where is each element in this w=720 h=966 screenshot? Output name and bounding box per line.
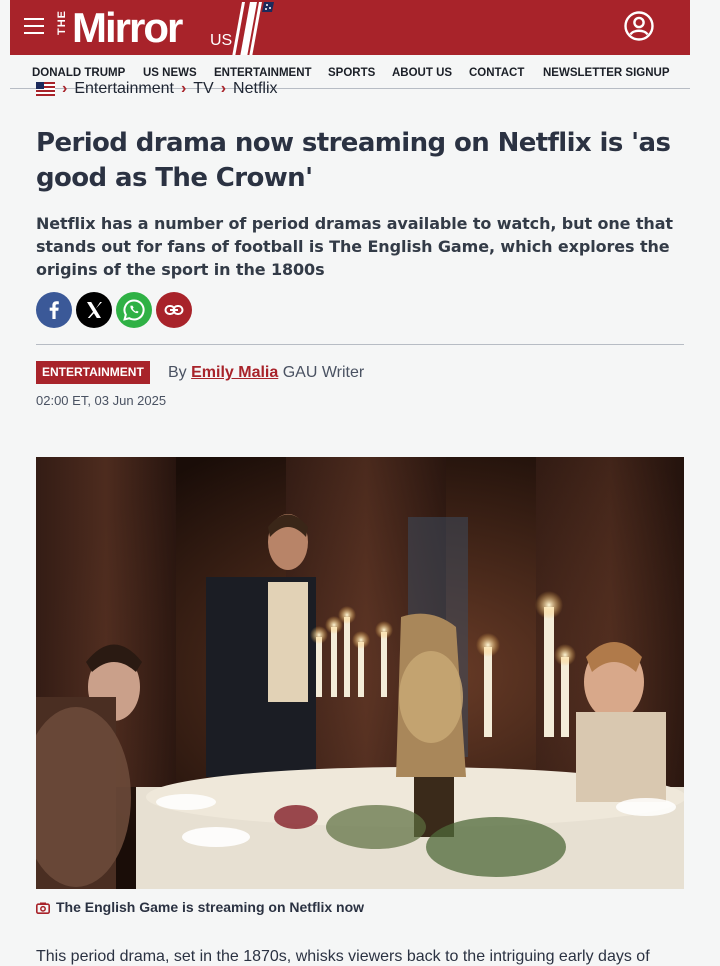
nav-about-us[interactable]: ABOUT US — [392, 67, 452, 79]
whatsapp-icon — [116, 292, 152, 328]
author-role: GAU Writer — [282, 364, 365, 381]
camera-icon — [36, 901, 50, 917]
site-header: THE Mirror US — [10, 0, 690, 57]
home-flag-icon[interactable] — [36, 81, 55, 96]
us-flag-stripes-icon — [232, 2, 274, 57]
chevron-right-icon: › — [180, 80, 187, 97]
image-caption: The English Game is streaming on Netflix… — [36, 899, 364, 917]
category-tag[interactable]: ENTERTAINMENT — [36, 361, 150, 384]
author-link[interactable]: Emily Malia — [191, 364, 278, 381]
breadcrumb-entertainment[interactable]: Entertainment — [74, 80, 174, 97]
breadcrumb: › Entertainment › TV › Netflix — [36, 80, 278, 102]
whatsapp-share-button[interactable] — [116, 292, 152, 328]
caption-text: The English Game is streaming on Netflix… — [56, 899, 365, 915]
nav-sports[interactable]: SPORTS — [328, 67, 375, 79]
divider — [36, 344, 684, 345]
logo-the-text: THE — [56, 10, 68, 35]
nav-donald-trump[interactable]: DONALD TRUMP — [32, 67, 125, 79]
copy-link-button[interactable] — [156, 292, 192, 328]
article-headline: Period drama now streaming on Netflix is… — [36, 128, 671, 193]
site-logo[interactable]: THE Mirror US — [56, 2, 274, 57]
facebook-share-button[interactable] — [36, 292, 72, 328]
chevron-right-icon: › — [220, 80, 227, 97]
chevron-right-icon: › — [62, 80, 68, 97]
x-icon — [76, 292, 112, 328]
user-account-icon[interactable] — [624, 11, 654, 41]
logo-wordmark: Mirror — [72, 4, 183, 51]
byline: By Emily Malia GAU Writer — [168, 364, 364, 382]
hero-image[interactable] — [36, 457, 684, 889]
nav-entertainment[interactable]: ENTERTAINMENT — [214, 67, 312, 79]
facebook-icon — [36, 292, 72, 328]
article-body-paragraph: This period drama, set in the 1870s, whi… — [36, 948, 650, 965]
breadcrumb-netflix[interactable]: Netflix — [233, 80, 277, 97]
nav-contact[interactable]: CONTACT — [469, 67, 524, 79]
x-share-button[interactable] — [76, 292, 112, 328]
breadcrumb-tv[interactable]: TV — [193, 80, 213, 97]
copy-link-icon — [156, 292, 192, 328]
byline-prefix: By — [168, 364, 187, 381]
nav-us-news[interactable]: US NEWS — [143, 67, 197, 79]
article-standfirst: Netflix has a number of period dramas av… — [36, 214, 673, 279]
publish-date: 02:00 ET, 03 Jun 2025 — [36, 393, 167, 408]
hamburger-menu-icon[interactable] — [24, 18, 44, 35]
nav-newsletter-signup[interactable]: NEWSLETTER SIGNUP — [543, 67, 670, 79]
